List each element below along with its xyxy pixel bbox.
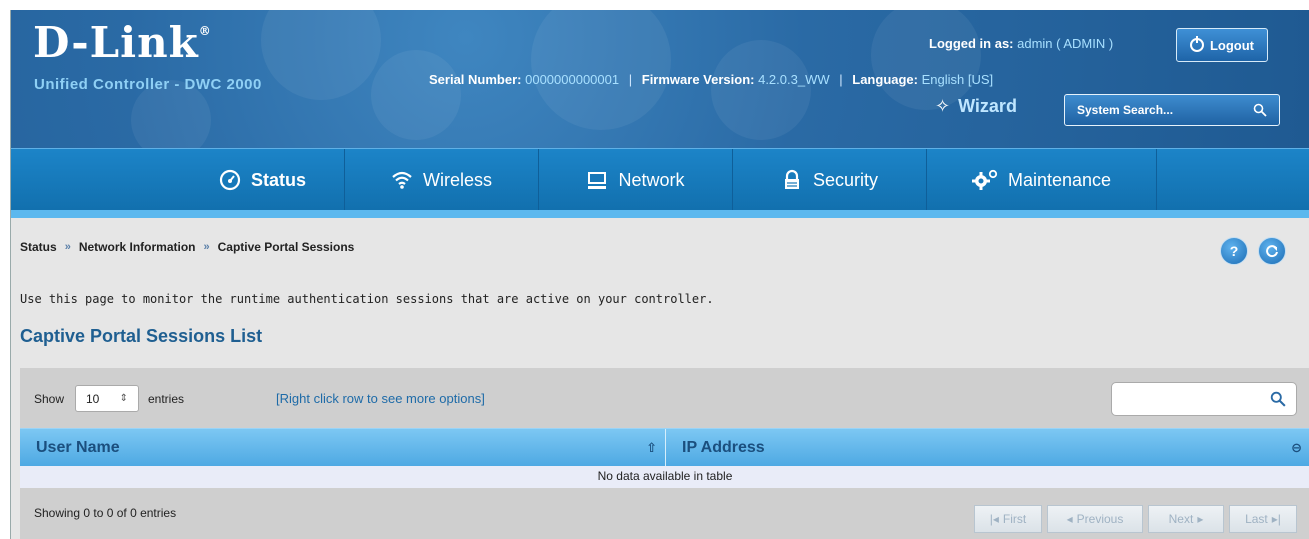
- device-info: Serial Number: 0000000000001 | Firmware …: [429, 72, 993, 87]
- sort-both-icon: ⊖: [1291, 440, 1302, 455]
- header-decoration: [871, 10, 981, 110]
- entries-per-page-value: 10: [86, 391, 100, 406]
- language-label: Language:: [852, 72, 918, 87]
- separator: |: [839, 72, 843, 87]
- logout-label: Logout: [1209, 37, 1255, 53]
- first-label: First: [1002, 512, 1027, 526]
- nav-item-label: Security: [812, 169, 879, 190]
- next-page-button[interactable]: Next ▸: [1148, 505, 1224, 533]
- system-search-placeholder: System Search...: [1077, 103, 1174, 117]
- dashboard-icon: [219, 169, 241, 191]
- header: D-Link® Unified Controller - DWC 2000 Lo…: [11, 10, 1309, 148]
- first-page-button[interactable]: |◂ First: [974, 505, 1042, 533]
- wand-icon: ✧: [935, 96, 951, 116]
- section-title: Captive Portal Sessions List: [20, 326, 263, 346]
- nav-underline: [11, 210, 1309, 218]
- last-icon: ▸|: [1271, 512, 1281, 526]
- search-icon[interactable]: [1253, 103, 1267, 117]
- logged-in-label: Logged in as:: [929, 36, 1014, 51]
- registered-mark: ®: [198, 24, 212, 38]
- lock-icon: [784, 169, 799, 189]
- refresh-icon: [1266, 245, 1278, 258]
- serial-label: Serial Number:: [429, 72, 522, 87]
- wizard-link[interactable]: ✧ Wizard: [935, 96, 1017, 117]
- breadcrumb-item-network-information[interactable]: Network Information: [79, 240, 196, 254]
- serial-value: 0000000000001: [525, 72, 620, 87]
- entries-per-page-select[interactable]: 10 ⇕: [75, 385, 139, 412]
- table-footer: Showing 0 to 0 of 0 entries |◂ First ◂ Pre…: [20, 488, 1309, 539]
- nav-item-label: Network: [618, 169, 685, 190]
- show-label: Show: [34, 392, 65, 406]
- table-search-input[interactable]: [1111, 382, 1297, 416]
- previous-icon: ◂: [1066, 512, 1073, 526]
- nav-item-maintenance[interactable]: Maintenance: [927, 149, 1157, 211]
- breadcrumb: Status » Network Information » Captive P…: [20, 240, 354, 254]
- table-empty-row: No data available in table: [20, 466, 1309, 488]
- language-value[interactable]: English [US]: [922, 72, 994, 87]
- table-info: Showing 0 to 0 of 0 entries: [34, 506, 177, 520]
- d-link-logo: D-Link®: [33, 18, 212, 67]
- wizard-label: Wizard: [958, 96, 1017, 116]
- system-search-input[interactable]: System Search...: [1064, 94, 1280, 126]
- refresh-button[interactable]: [1258, 237, 1286, 265]
- app-frame: D-Link® Unified Controller - DWC 2000 Lo…: [10, 10, 1309, 539]
- main-nav: Status Wireless Network Security Mainten…: [11, 148, 1309, 211]
- sort-asc-icon: ⇧: [646, 440, 657, 455]
- next-label: Next: [1168, 512, 1194, 526]
- firmware-value: 4.2.0.3_WW: [758, 72, 830, 87]
- first-icon: |◂: [989, 512, 999, 526]
- separator: |: [628, 72, 633, 87]
- header-decoration: [261, 10, 381, 100]
- page-description: Use this page to monitor the runtime aut…: [20, 292, 714, 306]
- help-button[interactable]: ?: [1220, 237, 1248, 265]
- logged-in-user: admin ( ADMIN ): [1017, 36, 1114, 51]
- column-header-label: IP Address: [682, 439, 765, 456]
- search-icon: [1270, 391, 1286, 407]
- header-decoration: [531, 10, 671, 130]
- question-icon: ?: [1229, 243, 1239, 259]
- nav-item-label: Wireless: [422, 169, 492, 190]
- nav-item-status[interactable]: Status: [181, 149, 345, 211]
- breadcrumb-item-status[interactable]: Status: [20, 240, 57, 254]
- previous-page-button[interactable]: ◂ Previous: [1047, 505, 1143, 533]
- gear-icon: [971, 169, 998, 190]
- last-page-button[interactable]: Last ▸|: [1229, 505, 1297, 533]
- entries-label: entries: [148, 392, 185, 406]
- wifi-icon: [392, 171, 412, 189]
- logout-button[interactable]: Logout: [1176, 28, 1268, 62]
- last-label: Last: [1245, 512, 1268, 526]
- firmware-label: Firmware Version:: [641, 72, 755, 87]
- right-click-hint: [Right click row to see more options]: [276, 391, 485, 406]
- column-header-label: User Name: [36, 439, 120, 456]
- nav-item-security[interactable]: Security: [733, 149, 927, 211]
- column-header-ip-address[interactable]: IP Address ⊖: [666, 429, 1309, 467]
- breadcrumb-separator: »: [64, 241, 71, 253]
- nav-item-label: Maintenance: [1007, 169, 1112, 190]
- header-decoration: [711, 40, 811, 140]
- breadcrumb-item-current: Captive Portal Sessions: [217, 240, 355, 254]
- nav-item-network[interactable]: Network: [539, 149, 733, 211]
- header-decoration: [371, 50, 461, 140]
- breadcrumb-separator: »: [203, 241, 210, 253]
- next-icon: ▸: [1197, 512, 1204, 526]
- computer-icon: [588, 172, 607, 189]
- nav-item-label: Status: [250, 169, 306, 190]
- nav-item-wireless[interactable]: Wireless: [345, 149, 539, 211]
- login-info: Logged in as: admin ( ADMIN ): [929, 36, 1113, 51]
- table-header: User Name ⇧ IP Address ⊖: [20, 428, 1309, 467]
- power-icon: [1189, 36, 1204, 52]
- column-header-user-name[interactable]: User Name ⇧: [20, 429, 666, 467]
- product-subtitle: Unified Controller - DWC 2000: [34, 76, 262, 93]
- table-toolbar: Show 10 ⇕ entries [Right click row to se…: [20, 368, 1309, 428]
- previous-label: Previous: [1076, 512, 1124, 526]
- logo-text: D-Link: [33, 18, 199, 67]
- select-arrows-icon: ⇕: [119, 393, 128, 404]
